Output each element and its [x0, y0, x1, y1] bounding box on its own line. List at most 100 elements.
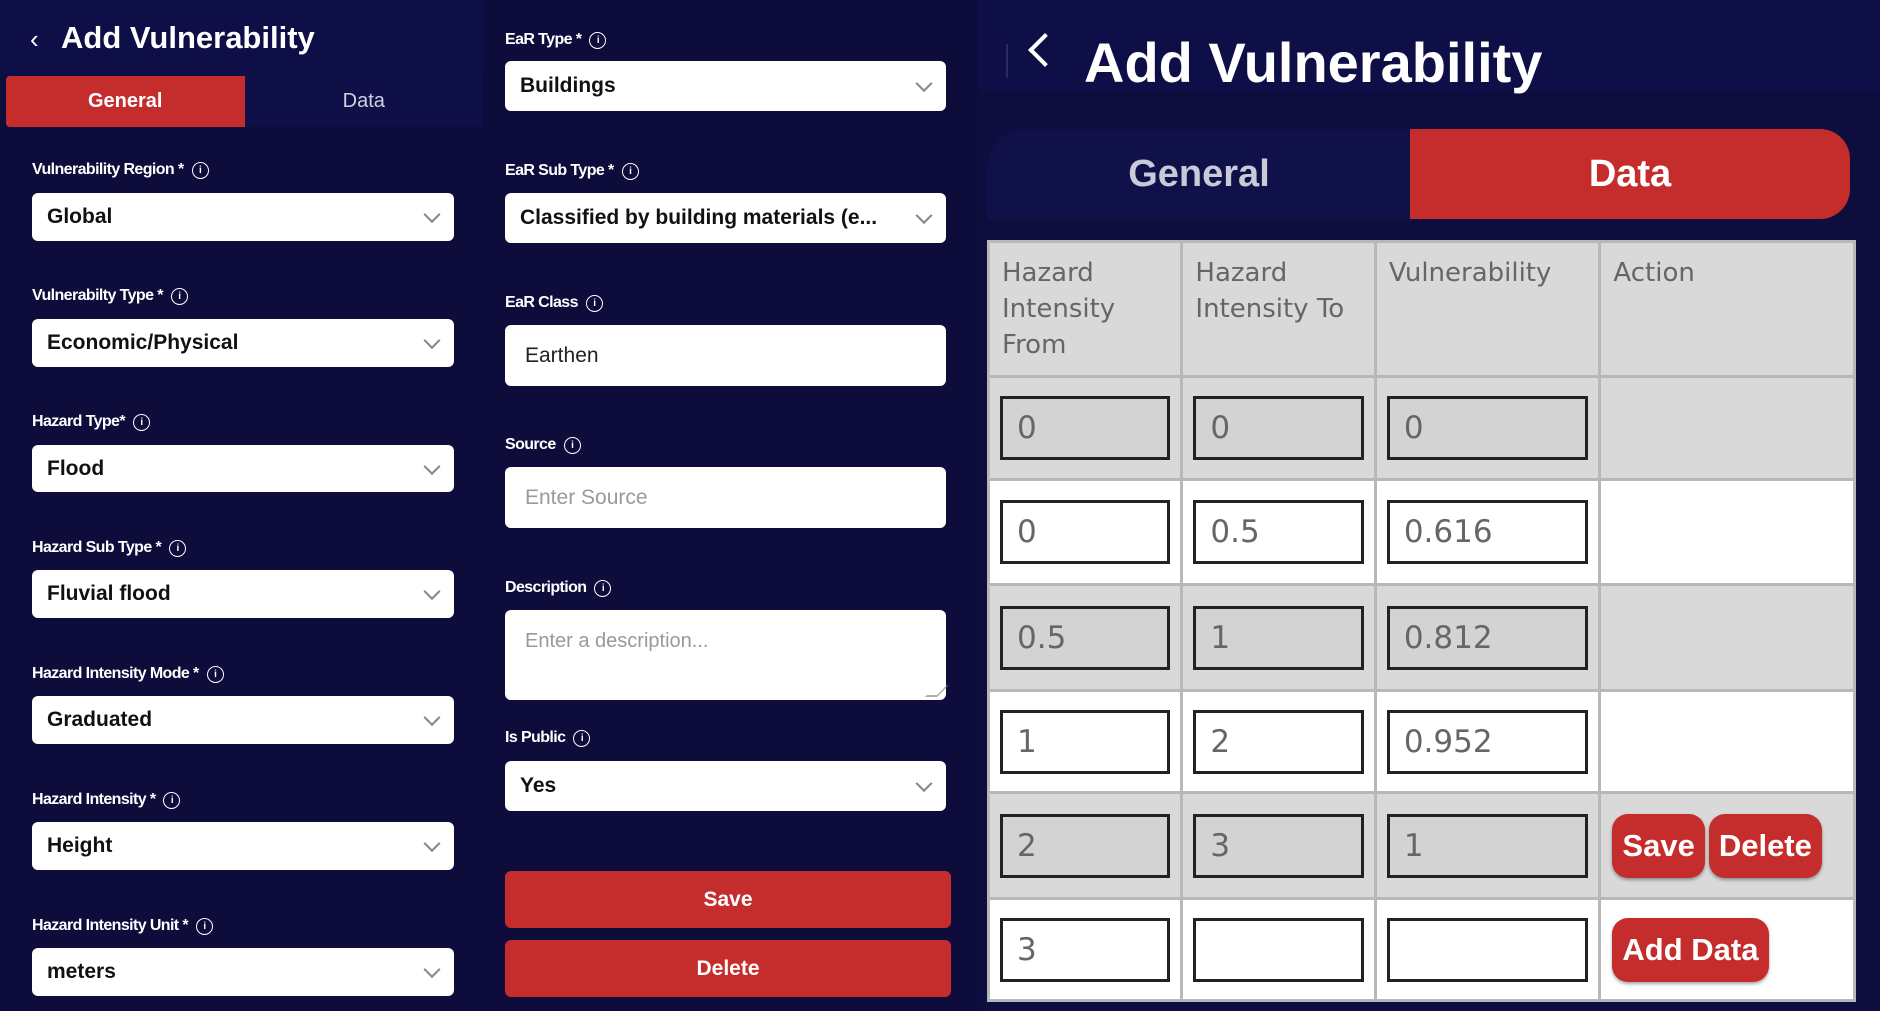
info-icon[interactable]: i	[169, 539, 187, 557]
chevron-down-icon	[423, 457, 441, 475]
intensity-label: Hazard Intensity * i	[32, 791, 181, 809]
chevron-down-icon	[915, 75, 933, 93]
from-cell: 0.5	[986, 583, 1184, 692]
vulnerability-input[interactable]: 0.952	[1386, 709, 1589, 774]
info-icon[interactable]: i	[594, 579, 612, 597]
vtype-select[interactable]: Economic/Physical	[32, 319, 454, 367]
intensity-unit-select[interactable]: meters	[32, 948, 454, 996]
row-save-button[interactable]: Save	[1612, 813, 1705, 878]
description-label-text: Description	[505, 579, 587, 596]
chevron-down-icon	[915, 775, 933, 793]
ear-sub-label-text: EaR Sub Type *	[505, 162, 614, 179]
from-cell: 3	[986, 897, 1184, 1002]
left-tabs: General Data	[6, 76, 483, 127]
region-select[interactable]: Global	[32, 193, 454, 241]
ear-type-select[interactable]: Buildings	[505, 61, 946, 111]
intensity-mode-select[interactable]: Graduated	[32, 696, 454, 744]
info-icon[interactable]: i	[206, 665, 224, 683]
vtype-label: Vulnerabilty Type * i	[32, 287, 188, 305]
chevron-left-icon[interactable]: ‹	[30, 24, 39, 55]
from-input[interactable]: 0	[1000, 500, 1171, 564]
info-icon[interactable]: i	[563, 436, 581, 454]
to-cell: 1	[1180, 583, 1377, 692]
info-icon[interactable]: i	[170, 287, 188, 305]
intensity-label-text: Hazard Intensity *	[32, 791, 156, 808]
to-cell: 3	[1180, 791, 1377, 900]
intensity-mode-value: Graduated	[47, 708, 153, 731]
region-value: Global	[47, 205, 113, 228]
from-input[interactable]: 1	[1000, 709, 1171, 774]
delete-button[interactable]: Delete	[505, 940, 951, 997]
to-cell	[1180, 897, 1377, 1002]
vulnerability-input[interactable]: 0.616	[1386, 500, 1589, 564]
intensity-unit-label: Hazard Intensity Unit * i	[32, 917, 214, 935]
to-input[interactable]: 0.5	[1193, 500, 1364, 564]
intensity-mode-label-text: Hazard Intensity Mode *	[32, 665, 199, 682]
ear-class-label-text: EaR Class	[505, 294, 578, 311]
vulnerability-input[interactable]: 1	[1386, 813, 1589, 878]
hazard-sub-label: Hazard Sub Type * i	[32, 539, 187, 557]
table-row: 2 3 1 Save Delete	[986, 791, 1856, 900]
to-input[interactable]: 2	[1193, 709, 1364, 774]
add-data-button[interactable]: Add Data	[1612, 917, 1769, 982]
from-cell: 1	[986, 689, 1184, 794]
right-header: Add Vulnerability	[978, 0, 1880, 94]
is-public-select[interactable]: Yes	[505, 761, 946, 811]
from-input[interactable]: 3	[1000, 917, 1171, 982]
source-label: Source i	[505, 436, 581, 454]
region-label-text: Vulnerability Region *	[32, 161, 184, 178]
info-icon[interactable]: i	[585, 294, 603, 312]
to-cell: 0.5	[1180, 478, 1377, 586]
to-input[interactable]	[1193, 917, 1364, 982]
ear-sub-label: EaR Sub Type * i	[505, 162, 639, 180]
source-placeholder: Enter Source	[525, 485, 648, 509]
source-label-text: Source	[505, 436, 556, 453]
info-icon[interactable]: i	[621, 162, 639, 180]
tab-data[interactable]: Data	[244, 76, 483, 127]
to-cell: 0	[1180, 375, 1377, 481]
chevron-left-icon[interactable]	[1028, 33, 1062, 67]
source-input[interactable]: Enter Source	[505, 467, 946, 528]
vtype-label-text: Vulnerabilty Type *	[32, 287, 163, 304]
to-input[interactable]: 3	[1193, 813, 1364, 878]
info-icon[interactable]: i	[132, 413, 150, 431]
info-icon[interactable]: i	[573, 729, 591, 747]
to-input[interactable]: 1	[1193, 605, 1364, 670]
row-delete-button[interactable]: Delete	[1708, 813, 1822, 878]
ear-type-value: Buildings	[520, 74, 616, 97]
vuln-cell: 0	[1373, 375, 1602, 481]
resize-handle-icon[interactable]	[925, 685, 949, 697]
hazard-type-select[interactable]: Flood	[32, 445, 454, 492]
vulnerability-input[interactable]: 0	[1386, 396, 1589, 460]
info-icon[interactable]: i	[191, 161, 209, 179]
to-input[interactable]: 0	[1193, 396, 1364, 460]
hazard-type-value: Flood	[47, 456, 105, 480]
intensity-select[interactable]: Height	[32, 822, 454, 870]
table-row: 1 2 0.952	[986, 689, 1856, 794]
from-input[interactable]: 2	[1000, 813, 1171, 878]
chevron-down-icon	[423, 709, 441, 727]
vulnerability-input[interactable]	[1386, 917, 1589, 982]
info-icon[interactable]: i	[163, 791, 181, 809]
action-cell	[1598, 375, 1856, 481]
hazard-sub-select[interactable]: Fluvial flood	[32, 570, 454, 618]
from-cell: 2	[986, 791, 1184, 900]
info-icon[interactable]: i	[196, 917, 214, 935]
vtype-value: Economic/Physical	[47, 331, 239, 354]
vulnerability-input[interactable]: 0.812	[1386, 605, 1589, 670]
vuln-cell: 0.952	[1373, 689, 1602, 794]
ear-sub-select[interactable]: Classified by building materials (e...	[505, 193, 946, 243]
chevron-down-icon	[423, 332, 441, 350]
description-textarea[interactable]: Enter a description...	[505, 610, 949, 700]
tab-general[interactable]: General	[987, 129, 1411, 219]
tab-data[interactable]: Data	[1410, 129, 1850, 219]
intensity-value: Height	[47, 834, 113, 857]
from-cell: 0	[986, 478, 1184, 586]
from-input[interactable]: 0.5	[1000, 605, 1171, 670]
intensity-unit-value: meters	[47, 960, 116, 983]
save-button[interactable]: Save	[505, 871, 951, 928]
info-icon[interactable]: i	[589, 31, 607, 49]
from-input[interactable]: 0	[1000, 396, 1171, 460]
ear-class-input[interactable]: Earthen	[505, 325, 946, 386]
tab-general[interactable]: General	[6, 76, 245, 127]
